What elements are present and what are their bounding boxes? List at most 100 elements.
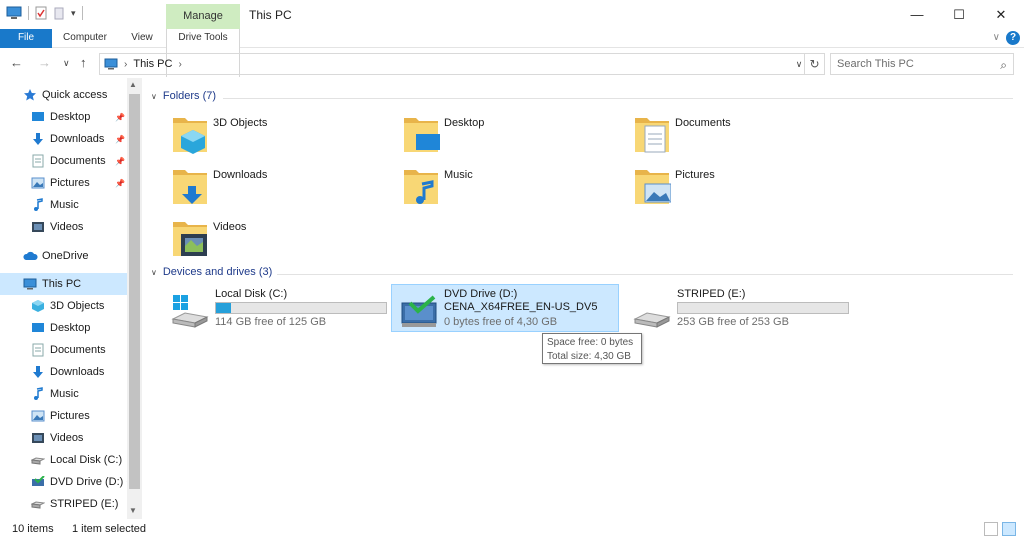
- breadcrumb-chevron-icon[interactable]: ›: [178, 59, 181, 70]
- video-icon: [30, 219, 46, 235]
- sidebar-item-this-pc[interactable]: This PC: [0, 273, 127, 295]
- pictures-folder-icon: [633, 164, 672, 206]
- folder-desktop[interactable]: Desktop: [402, 112, 602, 162]
- group-divider: [223, 98, 1013, 99]
- scrollbar-thumb[interactable]: [129, 94, 140, 489]
- minimize-button[interactable]: —: [894, 0, 940, 29]
- cube-icon: [30, 298, 46, 314]
- sidebar-item-music[interactable]: Music: [0, 194, 79, 216]
- sidebar-item-dvd-drive-d-c[interactable]: DVD Drive (D:) C: [0, 471, 134, 493]
- sidebar-item-label: Downloads: [50, 366, 105, 378]
- close-button[interactable]: ✕: [978, 0, 1024, 29]
- details-view-icon[interactable]: [984, 522, 998, 536]
- refresh-icon[interactable]: ↻: [805, 53, 825, 75]
- scroll-up-icon[interactable]: ▲: [129, 80, 137, 89]
- status-bar: 10 items 1 item selected: [0, 519, 1024, 540]
- sidebar-item-downloads[interactable]: Downloads 📌: [0, 128, 125, 150]
- drive-dvd-d[interactable]: DVD Drive (D:) CENA_X64FREE_EN-US_DV5 0 …: [391, 284, 619, 332]
- folder-pictures[interactable]: Pictures: [633, 164, 833, 214]
- drive-striped-e[interactable]: STRIPED (E:) 253 GB free of 253 GB: [625, 285, 853, 333]
- drive-usage-bar: [215, 302, 387, 314]
- folder-videos[interactable]: Videos: [171, 216, 371, 266]
- collapse-chevron-icon[interactable]: ∨: [151, 268, 157, 277]
- window-title: This PC: [249, 8, 292, 22]
- sidebar-item-striped-e[interactable]: STRIPED (E:): [0, 493, 118, 515]
- folder-label: Music: [444, 169, 473, 181]
- drive-name: Local Disk (C:): [215, 288, 288, 300]
- address-bar[interactable]: › This PC ›: [99, 53, 805, 75]
- tab-computer[interactable]: Computer: [56, 29, 114, 48]
- customize-toolbar-icon[interactable]: ▾: [71, 8, 76, 19]
- drive-free-space: 253 GB free of 253 GB: [677, 316, 789, 328]
- sidebar-item-videos[interactable]: Videos: [0, 427, 83, 449]
- address-dropdown-icon[interactable]: ∨: [792, 53, 806, 75]
- sidebar-item-documents[interactable]: Documents: [0, 339, 106, 361]
- manage-tab[interactable]: Manage: [166, 4, 240, 29]
- sidebar-item-pictures[interactable]: Pictures 📌: [0, 172, 125, 194]
- drive-free-space: 0 bytes free of 4,30 GB: [444, 316, 558, 328]
- sidebar-item-quick-access[interactable]: Quick access: [0, 84, 107, 106]
- sidebar-item-local-disk-c[interactable]: Local Disk (C:): [0, 449, 122, 471]
- search-icon[interactable]: ⌕: [1000, 55, 1007, 75]
- sidebar-item-label: Downloads: [50, 133, 105, 145]
- download-icon: [30, 131, 46, 147]
- maximize-button[interactable]: ☐: [936, 0, 982, 29]
- sidebar-item-label: Desktop: [50, 111, 91, 123]
- folder-documents[interactable]: Documents: [633, 112, 833, 162]
- sidebar-scrollbar[interactable]: ▲ ▼: [127, 78, 142, 519]
- folder-downloads[interactable]: Downloads: [171, 164, 371, 214]
- ribbon-tabs: File Computer View Drive Tools ∨ ?: [0, 29, 1024, 77]
- tab-file[interactable]: File: [0, 29, 52, 48]
- star-icon: [22, 87, 38, 103]
- pin-icon[interactable]: 📌: [115, 113, 125, 122]
- folders-group-header[interactable]: ∨ Folders (7): [151, 90, 216, 102]
- tab-view[interactable]: View: [122, 29, 162, 48]
- computer-icon[interactable]: [6, 6, 22, 20]
- up-arrow-icon[interactable]: ↑: [80, 55, 87, 70]
- folder-label: Documents: [675, 117, 731, 129]
- drives-header-label: Devices and drives (3): [162, 266, 273, 278]
- sidebar-item-desktop[interactable]: Desktop: [0, 317, 90, 339]
- pin-icon[interactable]: 📌: [115, 135, 125, 144]
- forward-arrow-icon[interactable]: →: [38, 55, 51, 70]
- search-input[interactable]: Search This PC ⌕: [830, 53, 1014, 75]
- folder-music[interactable]: Music: [402, 164, 602, 214]
- item-count: 10 items: [12, 523, 54, 535]
- new-folder-icon[interactable]: [53, 6, 65, 20]
- sidebar-item-downloads[interactable]: Downloads: [0, 361, 104, 383]
- recent-locations-icon[interactable]: ∨: [63, 58, 70, 69]
- document-icon: [30, 342, 46, 358]
- hard-drive-icon: [30, 452, 46, 468]
- sidebar-item-documents[interactable]: Documents 📌: [0, 150, 125, 172]
- sidebar-item-videos[interactable]: Videos: [0, 216, 83, 238]
- pin-icon[interactable]: 📌: [115, 179, 125, 188]
- scroll-down-icon[interactable]: ▼: [129, 506, 137, 515]
- sidebar-item-label: DVD Drive (D:) C: [50, 476, 135, 488]
- breadcrumb-chevron-icon[interactable]: ›: [124, 59, 127, 70]
- separator: [81, 6, 83, 20]
- windows-drive-icon: [171, 295, 209, 328]
- content-pane: ∨ Folders (7) 3D Objects Desktop Documents…: [143, 78, 1024, 519]
- tooltip-space-free: Space free: 0 bytes: [547, 337, 634, 348]
- drive-local-disk-c[interactable]: Local Disk (C:) 114 GB free of 125 GB: [163, 285, 391, 333]
- sidebar-item-desktop[interactable]: Desktop 📌: [0, 106, 125, 128]
- drives-group-header[interactable]: ∨ Devices and drives (3): [151, 266, 272, 278]
- breadcrumb-this-pc[interactable]: This PC: [133, 58, 172, 70]
- sidebar-item-onedrive[interactable]: OneDrive: [0, 245, 88, 267]
- pin-icon[interactable]: 📌: [115, 157, 125, 166]
- properties-icon[interactable]: [35, 6, 47, 20]
- expand-ribbon-icon[interactable]: ∨: [993, 32, 1000, 43]
- back-arrow-icon[interactable]: ←: [10, 55, 23, 70]
- folder-label: 3D Objects: [213, 117, 268, 129]
- cloud-icon: [22, 248, 38, 264]
- large-icons-view-icon[interactable]: [1002, 522, 1016, 536]
- sidebar-item-music[interactable]: Music: [0, 383, 79, 405]
- pictures-icon: [30, 408, 46, 424]
- help-icon[interactable]: ?: [1006, 31, 1020, 45]
- folder-3d-objects[interactable]: 3D Objects: [171, 112, 371, 162]
- sidebar-item-label: This PC: [42, 278, 82, 290]
- sidebar-item-pictures[interactable]: Pictures: [0, 405, 90, 427]
- computer-icon: [104, 58, 118, 70]
- sidebar-item-3d-objects[interactable]: 3D Objects: [0, 295, 104, 317]
- collapse-chevron-icon[interactable]: ∨: [151, 92, 157, 101]
